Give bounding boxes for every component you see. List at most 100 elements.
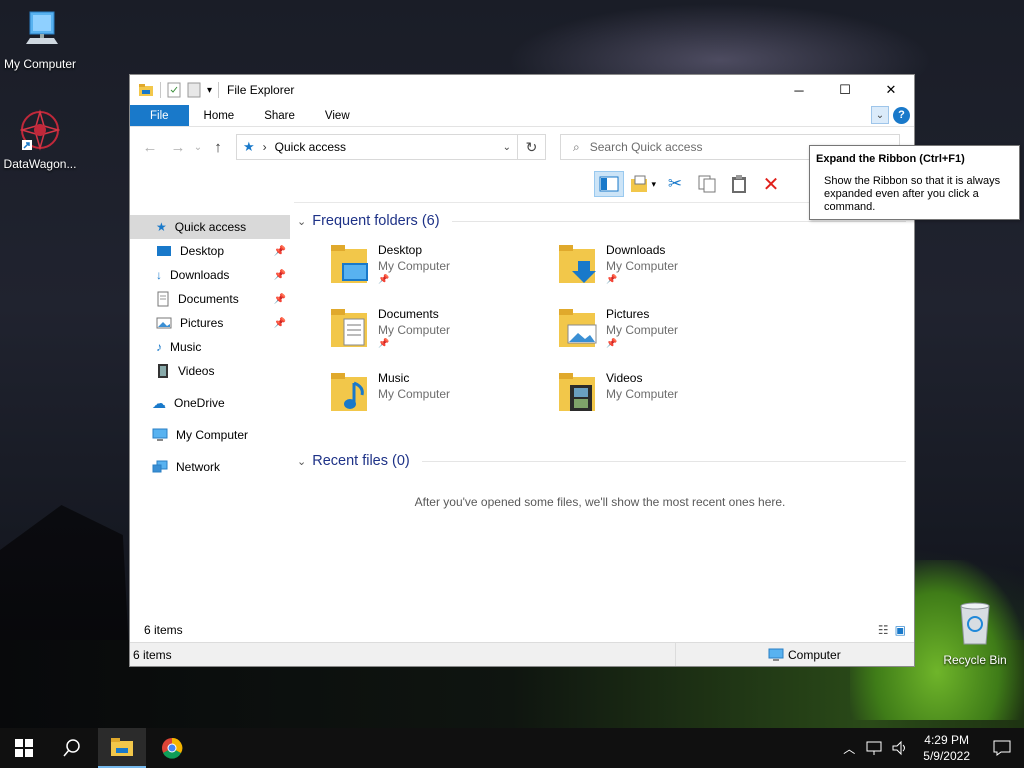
- recent-locations-button[interactable]: ⌄: [192, 142, 204, 153]
- expand-ribbon-button[interactable]: ⌄: [871, 106, 889, 124]
- tab-share[interactable]: Share: [249, 105, 310, 126]
- start-button[interactable]: [0, 728, 48, 768]
- nav-item-label: Documents: [178, 292, 239, 306]
- large-icons-view-icon[interactable]: ▣: [895, 623, 906, 637]
- pin-icon: 📌: [378, 338, 390, 348]
- nav-item-network[interactable]: Network: [130, 455, 290, 479]
- recent-files-header[interactable]: ⌄ Recent files (0): [294, 449, 906, 473]
- lower-status-bar: 6 items Computer: [130, 642, 914, 666]
- new-item-button[interactable]: ▾: [630, 171, 656, 197]
- taskbar-file-explorer[interactable]: [98, 728, 146, 768]
- tooltip-body: Show the Ribbon so that it is always exp…: [824, 175, 1001, 213]
- pin-icon: 📌: [273, 245, 286, 257]
- folder-tile-documents[interactable]: Documents My Computer 📌: [330, 307, 558, 351]
- picture-icon: [156, 317, 172, 329]
- network-status-icon[interactable]: [865, 740, 883, 756]
- computer-icon: [768, 648, 784, 661]
- up-button[interactable]: ↑: [204, 139, 232, 156]
- nav-item-label: Downloads: [170, 268, 230, 282]
- desktop-icon-datawagon[interactable]: DataWagon...: [0, 108, 80, 171]
- notification-icon: [993, 740, 1011, 756]
- nav-item-onedrive[interactable]: ☁ OneDrive: [130, 391, 290, 415]
- nav-item-desktop[interactable]: Desktop 📌: [130, 239, 290, 263]
- volume-icon[interactable]: [891, 740, 909, 756]
- folder-tile-music[interactable]: Music My Computer: [330, 371, 558, 415]
- address-dropdown-icon[interactable]: ⌄: [503, 142, 511, 153]
- paste-button[interactable]: [726, 171, 752, 197]
- collapse-chevron-icon: ⌄: [297, 215, 307, 228]
- close-button[interactable]: ✕: [868, 75, 914, 105]
- nav-item-label: Music: [170, 340, 202, 354]
- desktop-folder-icon: [331, 245, 368, 283]
- nav-item-downloads[interactable]: ↓ Downloads 📌: [130, 263, 290, 287]
- breadcrumb-quick-access[interactable]: Quick access: [275, 140, 346, 154]
- tab-file[interactable]: File: [130, 105, 189, 126]
- refresh-button[interactable]: ↻: [518, 134, 546, 160]
- chevron-down-icon: ⌄: [875, 109, 885, 121]
- nav-item-pictures[interactable]: Pictures 📌: [130, 311, 290, 335]
- address-bar[interactable]: ★ › Quick access ⌄: [236, 134, 518, 160]
- forward-button[interactable]: →: [164, 139, 192, 156]
- file-explorer-icon: [139, 84, 153, 96]
- cut-button[interactable]: ✂: [662, 171, 688, 197]
- properties-icon[interactable]: [167, 82, 181, 98]
- help-button[interactable]: ?: [893, 106, 910, 124]
- details-view-icon[interactable]: ☷: [878, 623, 889, 637]
- film-icon: [158, 364, 168, 378]
- nav-item-music[interactable]: ♪ Music: [130, 335, 290, 359]
- tab-home[interactable]: Home: [189, 105, 250, 126]
- system-tray: ︿ 4:29 PM 5/9/2022: [837, 728, 1024, 768]
- quick-access-star-icon: ★: [243, 139, 255, 154]
- quick-access-toolbar: ▾: [130, 82, 220, 98]
- folder-name: Downloads: [606, 243, 666, 257]
- action-center-button[interactable]: [980, 728, 1024, 768]
- network-icon: [152, 460, 168, 473]
- desktop-icon-recycle-bin[interactable]: Recycle Bin: [935, 600, 1015, 667]
- breadcrumb-chevron-icon: ›: [262, 140, 267, 154]
- nav-item-label: My Computer: [176, 428, 249, 442]
- quick-access-star-icon: ★: [156, 220, 167, 234]
- tab-view[interactable]: View: [310, 105, 365, 126]
- new-folder-icon: [631, 175, 647, 192]
- new-folder-qa-icon[interactable]: [187, 82, 201, 98]
- nav-item-videos[interactable]: Videos: [130, 359, 290, 383]
- back-button[interactable]: ←: [136, 139, 164, 156]
- computer-icon: [152, 428, 168, 441]
- navigation-pane: ★ Quick access Desktop 📌 ↓ Downloads 📌 D…: [130, 215, 290, 479]
- datawagon-icon: [19, 109, 61, 151]
- videos-folder-icon: [559, 373, 595, 411]
- nav-item-my-computer[interactable]: My Computer: [130, 423, 290, 447]
- copy-button[interactable]: [694, 171, 720, 197]
- customize-qa-chevron-icon[interactable]: ▾: [207, 85, 212, 96]
- nav-item-quick-access[interactable]: ★ Quick access: [130, 215, 290, 239]
- folder-tile-desktop[interactable]: Desktop My Computer 📌: [330, 243, 558, 287]
- taskbar-chrome[interactable]: [148, 728, 196, 768]
- show-hidden-icons-chevron-icon[interactable]: ︿: [837, 740, 861, 757]
- nav-item-label: Desktop: [180, 244, 225, 258]
- folder-location: My Computer: [606, 259, 679, 273]
- computer-icon: [26, 11, 58, 44]
- window-title: File Explorer: [227, 83, 295, 97]
- folder-tile-downloads[interactable]: Downloads My Computer 📌: [558, 243, 786, 287]
- desktop-icon: [157, 246, 171, 256]
- nav-item-label: Quick access: [174, 220, 247, 234]
- folder-location: My Computer: [378, 259, 451, 273]
- navigation-row: ← → ⌄ ↑ ★ › Quick access ⌄ ↻ ⌕ Search Qu…: [130, 127, 914, 167]
- separator: [160, 82, 161, 98]
- search-button[interactable]: [48, 728, 96, 768]
- pin-icon: 📌: [273, 293, 286, 305]
- minimize-button[interactable]: ─: [776, 75, 822, 105]
- maximize-button[interactable]: ☐: [822, 75, 868, 105]
- pin-icon: 📌: [273, 317, 286, 329]
- navigation-pane-button[interactable]: [594, 171, 624, 197]
- search-placeholder: Search Quick access: [589, 140, 703, 154]
- nav-item-documents[interactable]: Documents 📌: [130, 287, 290, 311]
- taskbar: ︿ 4:29 PM 5/9/2022: [0, 728, 1024, 768]
- folder-tile-videos[interactable]: Videos My Computer: [558, 371, 786, 415]
- folder-tile-pictures[interactable]: Pictures My Computer 📌: [558, 307, 786, 351]
- delete-button[interactable]: ✕: [758, 171, 784, 197]
- pictures-folder-icon: [559, 309, 597, 347]
- desktop-icon-my-computer[interactable]: My Computer: [0, 8, 80, 71]
- file-explorer-window: ▾ File Explorer ─ ☐ ✕ File Home Share Vi…: [129, 74, 915, 667]
- clock[interactable]: 4:29 PM 5/9/2022: [913, 732, 980, 764]
